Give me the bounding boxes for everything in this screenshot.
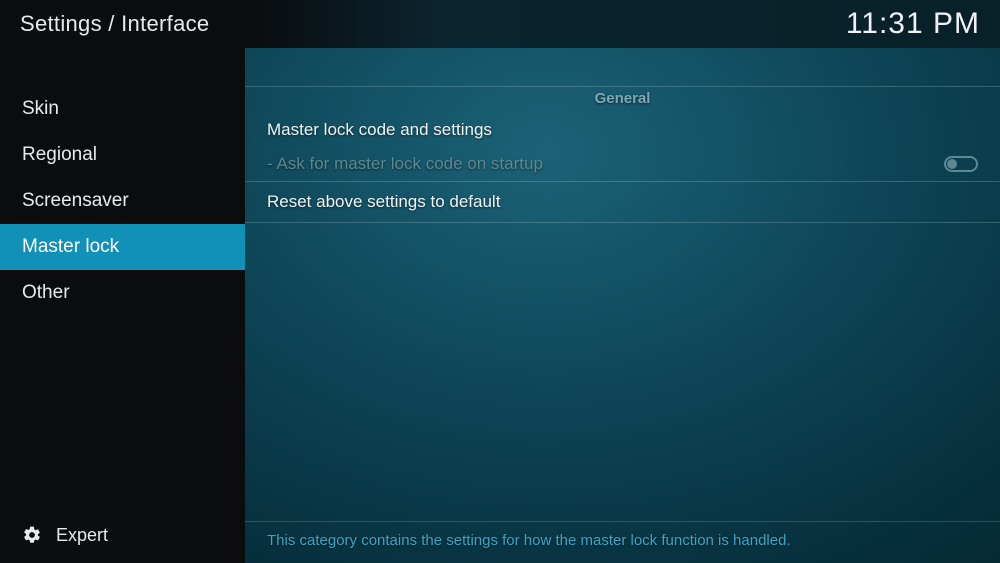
body: Skin Regional Screensaver Master lock Ot… [0, 48, 1000, 563]
clock: 11:31 PM [846, 7, 980, 41]
setting-ask-on-startup: - Ask for master lock code on startup [245, 147, 1000, 181]
breadcrumb: Settings / Interface [20, 11, 209, 37]
gear-icon [22, 525, 42, 545]
setting-label: Master lock code and settings [267, 120, 492, 140]
setting-master-lock-code[interactable]: Master lock code and settings [245, 113, 1000, 147]
sidebar-item-other[interactable]: Other [0, 270, 245, 316]
toggle-off-icon [944, 156, 978, 172]
spacer [245, 48, 1000, 86]
setting-label: Reset above settings to default [267, 192, 500, 212]
settings-level-button[interactable]: Expert [0, 507, 245, 563]
setting-label: - Ask for master lock code on startup [267, 154, 543, 174]
category-description: This category contains the settings for … [245, 521, 1000, 563]
section-header-general: General [245, 86, 1000, 113]
sidebar-items: Skin Regional Screensaver Master lock Ot… [0, 48, 245, 507]
header: Settings / Interface 11:31 PM [0, 0, 1000, 48]
spacer [245, 223, 1000, 521]
sidebar-item-regional[interactable]: Regional [0, 132, 245, 178]
sidebar: Skin Regional Screensaver Master lock Ot… [0, 48, 245, 563]
sidebar-item-master-lock[interactable]: Master lock [0, 224, 245, 270]
main-panel: General Master lock code and settings - … [245, 48, 1000, 563]
settings-level-label: Expert [56, 525, 108, 546]
setting-reset-defaults[interactable]: Reset above settings to default [245, 181, 1000, 223]
sidebar-item-skin[interactable]: Skin [0, 86, 245, 132]
sidebar-item-screensaver[interactable]: Screensaver [0, 178, 245, 224]
